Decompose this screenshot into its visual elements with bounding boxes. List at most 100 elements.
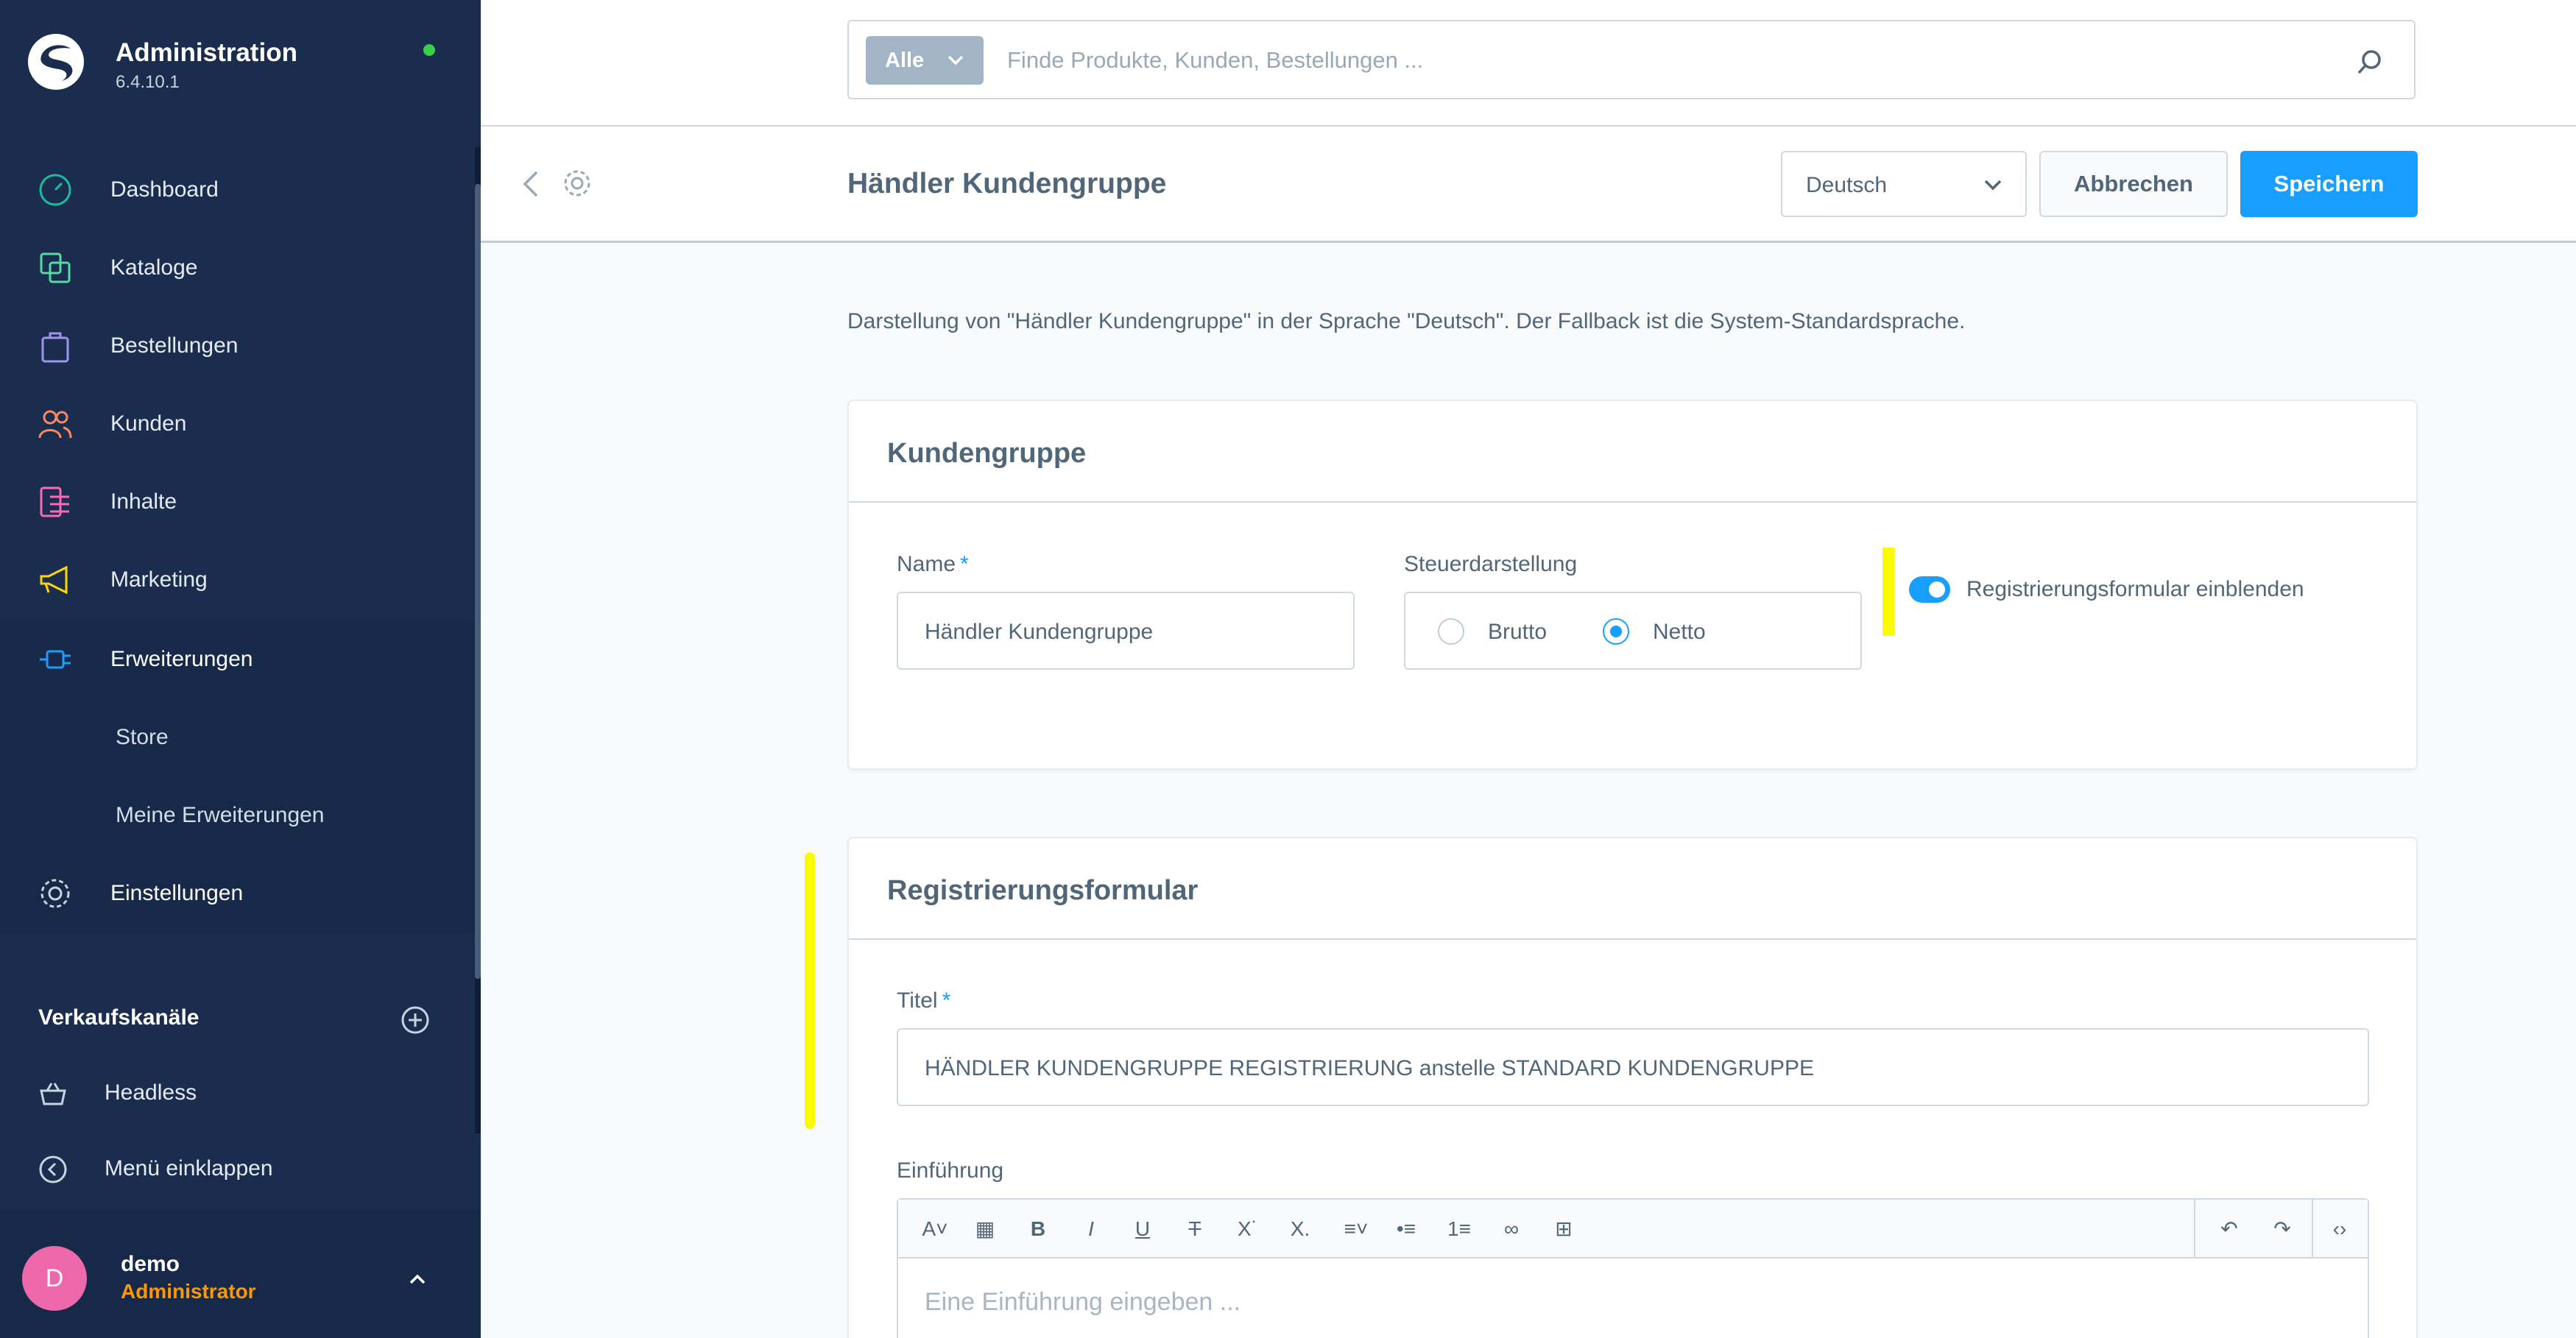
- unordered-list-icon[interactable]: •≡: [1393, 1216, 1419, 1242]
- sidebar-subitem-store[interactable]: Store: [0, 698, 475, 776]
- shopware-logo-icon: [28, 34, 84, 90]
- extensions-icon: [40, 650, 71, 669]
- sidebar-subitem-label: Meine Erweiterungen: [116, 803, 325, 827]
- sidebar-scrollbar-thumb[interactable]: [475, 184, 481, 979]
- subscript-icon[interactable]: X.: [1287, 1216, 1313, 1242]
- card-divider: [849, 501, 2416, 503]
- sales-channel-headless[interactable]: Headless: [0, 1063, 475, 1122]
- sidebar-item-kunden[interactable]: Kunden: [0, 385, 475, 463]
- dashboard-icon: [39, 174, 71, 206]
- sidebar-item-label: Kunden: [110, 411, 187, 436]
- add-sales-channel-icon[interactable]: [400, 1005, 430, 1035]
- text-align-icon[interactable]: ≡˅: [1334, 1216, 1378, 1242]
- annotation-highlight-mark: [1882, 548, 1894, 636]
- card-title: Kundengruppe: [887, 438, 1087, 469]
- collapse-menu-button[interactable]: Menü einklappen: [0, 1139, 475, 1197]
- title-input[interactable]: HÄNDLER KUNDENGRUPPE REGISTRIERUNG anste…: [897, 1028, 2369, 1106]
- search-icon[interactable]: [2355, 48, 2385, 77]
- table-icon[interactable]: ⊞: [1550, 1216, 1577, 1242]
- search-type-label: Alle: [885, 48, 925, 72]
- basket-icon: [40, 1083, 66, 1105]
- cancel-button[interactable]: Abbrechen: [2039, 151, 2228, 217]
- code-view-icon[interactable]: ‹›: [2326, 1216, 2353, 1242]
- tax-display-label: Steuerdarstellung: [1404, 552, 1578, 576]
- language-switch[interactable]: Deutsch: [1781, 151, 2027, 217]
- toolbar-separator: [2194, 1200, 2195, 1259]
- marketing-icon: [40, 565, 68, 595]
- back-arrow-icon[interactable]: [518, 168, 544, 200]
- ordered-list-icon[interactable]: 1≡: [1446, 1216, 1472, 1242]
- title-label-text: Titel: [897, 988, 938, 1013]
- sidebar-item-dashboard[interactable]: Dashboard: [0, 151, 475, 229]
- registration-form-toggle-label[interactable]: Registrierungsformular einblenden: [1966, 577, 2304, 602]
- gear-icon[interactable]: [560, 166, 594, 200]
- sidebar-item-label: Dashboard: [110, 177, 219, 202]
- user-name: demo: [121, 1252, 180, 1276]
- radio-brutto[interactable]: [1438, 618, 1464, 645]
- name-label-text: Name: [897, 552, 956, 576]
- save-button[interactable]: Speichern: [2240, 151, 2418, 217]
- collapse-icon: [39, 1155, 67, 1183]
- registration-form-toggle[interactable]: [1909, 576, 1950, 603]
- link-icon[interactable]: ∞: [1498, 1216, 1525, 1242]
- required-marker: *: [942, 988, 951, 1013]
- language-info-text: Darstellung von "Händler Kundengruppe" i…: [847, 309, 1966, 333]
- sidebar-item-bestellungen[interactable]: Bestellungen: [0, 307, 475, 385]
- redo-icon[interactable]: ↷: [2269, 1216, 2296, 1242]
- chevron-up-icon[interactable]: [405, 1267, 430, 1292]
- intro-placeholder: Eine Einführung eingeben ...: [925, 1288, 1241, 1316]
- annotation-highlight-mark: [805, 852, 815, 1129]
- chevron-down-icon: [948, 55, 964, 66]
- editor-toolbar: A˅ ▦ B I U T X˙ X. ≡˅ •≡ 1≡ ∞ ⊞ ↶ ↷ ‹›: [898, 1200, 2368, 1259]
- radio-netto-label[interactable]: Netto: [1653, 620, 1706, 645]
- toolbar-separator: [2312, 1200, 2313, 1259]
- sidebar-item-marketing[interactable]: Marketing: [0, 541, 475, 619]
- app-title: Administration: [116, 38, 297, 67]
- required-marker: *: [960, 552, 969, 576]
- title-input-value: HÄNDLER KUNDENGRUPPE REGISTRIERUNG anste…: [925, 1056, 1814, 1080]
- sales-channel-label: Headless: [105, 1080, 197, 1105]
- sidebar-item-label: Kataloge: [110, 255, 198, 280]
- topbar: Alle: [481, 0, 2576, 127]
- sidebar-subitem-meine-erweiterungen[interactable]: Meine Erweiterungen: [0, 776, 475, 854]
- bold-icon[interactable]: B: [1025, 1216, 1051, 1242]
- text-color-icon[interactable]: ▦: [972, 1216, 998, 1242]
- avatar: D: [22, 1246, 87, 1311]
- orders-icon: [41, 332, 69, 363]
- intro-text-editor[interactable]: A˅ ▦ B I U T X˙ X. ≡˅ •≡ 1≡ ∞ ⊞ ↶ ↷ ‹› E…: [897, 1198, 2369, 1338]
- undo-icon[interactable]: ↶: [2216, 1216, 2242, 1242]
- sidebar-item-einstellungen[interactable]: Einstellungen: [0, 854, 475, 932]
- name-field-label: Name *: [897, 552, 969, 577]
- sidebar-item-label: Erweiterungen: [110, 647, 253, 671]
- status-indicator: [423, 44, 435, 56]
- sidebar-item-label: Marketing: [110, 567, 208, 592]
- catalogue-icon: [40, 252, 71, 283]
- sidebar-item-inhalte[interactable]: Inhalte: [0, 463, 475, 541]
- sales-channels-heading: Verkaufskanäle: [38, 1005, 200, 1030]
- search-input[interactable]: [1007, 42, 2259, 79]
- sidebar-item-label: Bestellungen: [110, 333, 239, 358]
- content-icon: [40, 486, 69, 517]
- sidebar-item-label: Einstellungen: [110, 881, 244, 905]
- superscript-icon[interactable]: X˙: [1235, 1216, 1261, 1242]
- page-title: Händler Kundengruppe: [847, 168, 1167, 199]
- underline-icon[interactable]: U: [1129, 1216, 1156, 1242]
- title-field-label: Titel *: [897, 988, 950, 1013]
- user-role: Administrator: [121, 1280, 256, 1303]
- radio-netto[interactable]: [1603, 618, 1629, 645]
- app-version: 6.4.10.1: [116, 72, 180, 92]
- font-size-icon[interactable]: A˅: [913, 1216, 957, 1242]
- name-input[interactable]: Händler Kundengruppe: [897, 592, 1355, 670]
- search-type-dropdown[interactable]: Alle: [866, 36, 984, 85]
- global-search: Alle: [847, 20, 2416, 99]
- smart-bar: Händler Kundengruppe Deutsch Abbrechen S…: [481, 127, 2576, 243]
- italic-icon[interactable]: I: [1078, 1216, 1104, 1242]
- radio-brutto-label[interactable]: Brutto: [1488, 620, 1547, 645]
- strikethrough-icon[interactable]: T: [1182, 1216, 1208, 1242]
- tax-display-radio-group: Brutto Netto: [1404, 592, 1862, 670]
- customers-icon: [38, 410, 72, 439]
- sidebar-item-erweiterungen[interactable]: Erweiterungen: [0, 620, 475, 698]
- chevron-down-icon: [1984, 180, 2002, 191]
- sidebar-item-kataloge[interactable]: Kataloge: [0, 229, 475, 307]
- user-menu[interactable]: D demo Administrator: [0, 1211, 481, 1338]
